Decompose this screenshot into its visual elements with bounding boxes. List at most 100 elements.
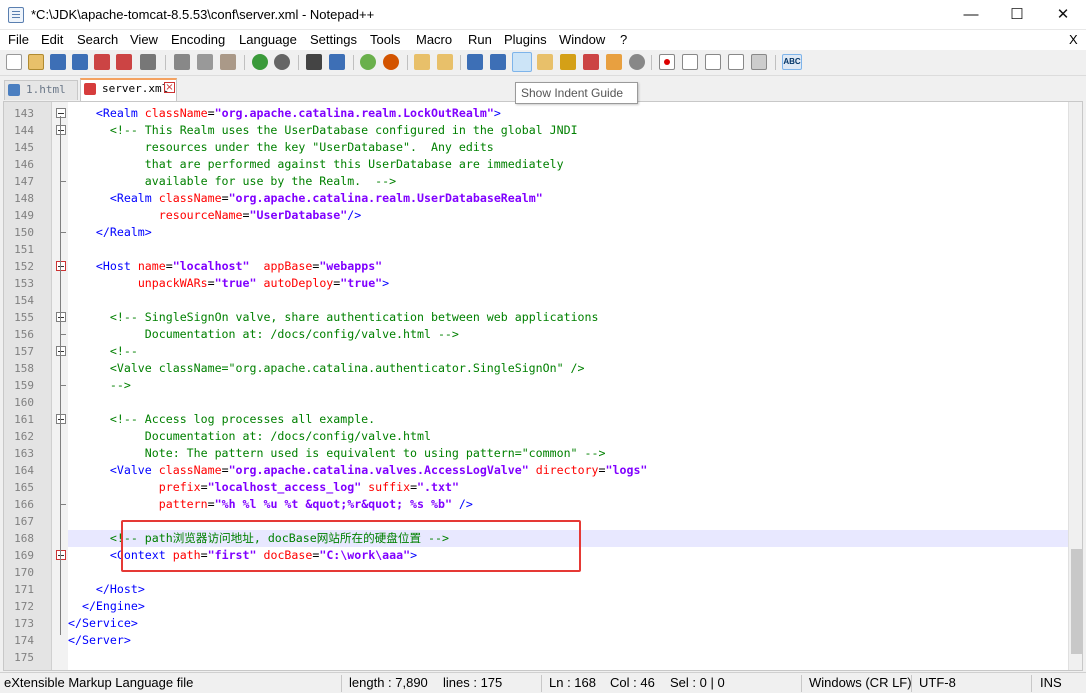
fold-toggle-icon[interactable] <box>56 414 66 424</box>
code-line[interactable]: 159 --> <box>4 377 1068 394</box>
close-all-icon[interactable] <box>116 54 132 70</box>
close-file-icon[interactable] <box>94 54 110 70</box>
open-folder-icon[interactable] <box>28 54 44 70</box>
save-all-icon[interactable] <box>72 54 88 70</box>
status-eol[interactable]: Windows (CR LF) <box>809 675 912 690</box>
macro-save-icon[interactable] <box>751 54 767 70</box>
code-line[interactable]: 174 </Server> <box>4 632 1068 649</box>
code-line[interactable]: 151 <box>4 241 1068 258</box>
code-line[interactable]: 152 <Host name="localhost" appBase="weba… <box>4 258 1068 275</box>
document-map-icon[interactable] <box>560 54 576 70</box>
vertical-scrollbar[interactable] <box>1068 102 1082 670</box>
status-separator <box>801 675 802 692</box>
find-icon[interactable] <box>306 54 322 70</box>
indent-guide-icon[interactable] <box>512 52 532 72</box>
menu-help[interactable]: ? <box>620 32 627 47</box>
code-line[interactable]: 165 prefix="localhost_access_log" suffix… <box>4 479 1068 496</box>
menu-language[interactable]: Language <box>239 32 297 47</box>
code-line[interactable]: 166 pattern="%h %l %u %t &quot;%r&quot; … <box>4 496 1068 513</box>
code-line[interactable]: 145 resources under the key "UserDatabas… <box>4 139 1068 156</box>
sync-horizontal-icon[interactable] <box>437 54 453 70</box>
code-line[interactable]: 150 </Realm> <box>4 224 1068 241</box>
menu-search[interactable]: Search <box>77 32 118 47</box>
code-line[interactable]: 154 <box>4 292 1068 309</box>
tab-close-icon[interactable]: × <box>164 82 175 93</box>
macro-run-multiple-icon[interactable] <box>728 54 744 70</box>
print-icon[interactable] <box>140 54 156 70</box>
zoom-in-icon[interactable] <box>360 54 376 70</box>
menu-encoding[interactable]: Encoding <box>171 32 225 47</box>
line-text: <Realm className="org.apache.catalina.re… <box>109 191 543 205</box>
code-line[interactable]: 153 unpackWARs="true" autoDeploy="true"> <box>4 275 1068 292</box>
code-line[interactable]: 157 <!-- <box>4 343 1068 360</box>
spellcheck-icon[interactable]: ABC <box>782 54 802 70</box>
code-line[interactable]: 156 Documentation at: /docs/config/valve… <box>4 326 1068 343</box>
monitoring-eye-icon[interactable] <box>629 54 645 70</box>
code-line[interactable]: 164 <Valve className="org.apache.catalin… <box>4 462 1068 479</box>
code-line[interactable]: 162 Documentation at: /docs/config/valve… <box>4 428 1068 445</box>
fold-toggle-icon[interactable] <box>56 312 66 322</box>
menu-settings[interactable]: Settings <box>310 32 357 47</box>
zoom-out-icon[interactable] <box>383 54 399 70</box>
copy-icon[interactable] <box>197 54 213 70</box>
code-line[interactable]: 143 <Realm className="org.apache.catalin… <box>4 105 1068 122</box>
new-file-icon[interactable] <box>6 54 22 70</box>
code-line[interactable]: 163 Note: The pattern used is equivalent… <box>4 445 1068 462</box>
sync-vertical-icon[interactable] <box>414 54 430 70</box>
undo-icon[interactable] <box>252 54 268 70</box>
close-document-x[interactable]: X <box>1069 32 1078 47</box>
status-insert-mode[interactable]: INS <box>1040 675 1062 690</box>
fold-toggle-icon[interactable] <box>56 261 66 271</box>
code-line[interactable]: 155 <!-- SingleSignOn valve, share authe… <box>4 309 1068 326</box>
fold-toggle-icon[interactable] <box>56 550 66 560</box>
menu-plugins[interactable]: Plugins <box>504 32 547 47</box>
status-ln: Ln : 168 <box>549 675 596 690</box>
code-line[interactable]: 149 resourceName="UserDatabase"/> <box>4 207 1068 224</box>
fold-toggle-icon[interactable] <box>56 125 66 135</box>
close-window-button[interactable]: ✕ <box>1040 0 1086 30</box>
redo-icon[interactable] <box>274 54 290 70</box>
code-line[interactable]: 144 <!-- This Realm uses the UserDatabas… <box>4 122 1068 139</box>
folder-workspace-icon[interactable] <box>606 54 622 70</box>
tab-server-xml[interactable]: server.xml × <box>80 78 177 101</box>
code-line[interactable]: 148 <Realm className="org.apache.catalin… <box>4 190 1068 207</box>
replace-icon[interactable] <box>329 54 345 70</box>
code-line[interactable]: 160 <box>4 394 1068 411</box>
tab-1-html[interactable]: 1.html <box>4 80 78 100</box>
fold-toggle-icon[interactable] <box>56 108 66 118</box>
function-list-icon[interactable] <box>583 54 599 70</box>
code-editor[interactable]: 143 <Realm className="org.apache.catalin… <box>3 101 1083 671</box>
code-line[interactable]: 146 that are performed against this User… <box>4 156 1068 173</box>
toolbar-separator <box>407 55 408 70</box>
menu-macro[interactable]: Macro <box>416 32 452 47</box>
code-line[interactable]: 175 <box>4 649 1068 666</box>
maximize-button[interactable]: ☐ <box>994 0 1040 30</box>
macro-record-icon[interactable] <box>659 54 675 70</box>
define-language-icon[interactable] <box>537 54 553 70</box>
status-separator <box>341 675 342 692</box>
fold-toggle-icon[interactable] <box>56 346 66 356</box>
menu-window[interactable]: Window <box>559 32 605 47</box>
menu-tools[interactable]: Tools <box>370 32 400 47</box>
code-line[interactable]: 171 </Host> <box>4 581 1068 598</box>
paste-icon[interactable] <box>220 54 236 70</box>
toolbar-separator <box>244 55 245 70</box>
word-wrap-icon[interactable] <box>467 54 483 70</box>
code-line[interactable]: 161 <!-- Access log processes all exampl… <box>4 411 1068 428</box>
code-line[interactable]: 172 </Engine> <box>4 598 1068 615</box>
minimize-button[interactable]: — <box>948 0 994 30</box>
menu-view[interactable]: View <box>130 32 158 47</box>
show-all-chars-icon[interactable] <box>490 54 506 70</box>
macro-play-icon[interactable] <box>705 54 721 70</box>
menu-edit[interactable]: Edit <box>41 32 63 47</box>
code-line[interactable]: 173 </Service> <box>4 615 1068 632</box>
scrollbar-thumb[interactable] <box>1071 549 1082 654</box>
save-icon[interactable] <box>50 54 66 70</box>
menu-run[interactable]: Run <box>468 32 492 47</box>
menu-file[interactable]: File <box>8 32 29 47</box>
cut-icon[interactable] <box>174 54 190 70</box>
code-line[interactable]: 147 available for use by the Realm. --> <box>4 173 1068 190</box>
status-encoding[interactable]: UTF-8 <box>919 675 956 690</box>
macro-stop-icon[interactable] <box>682 54 698 70</box>
code-line[interactable]: 158 <Valve className="org.apache.catalin… <box>4 360 1068 377</box>
